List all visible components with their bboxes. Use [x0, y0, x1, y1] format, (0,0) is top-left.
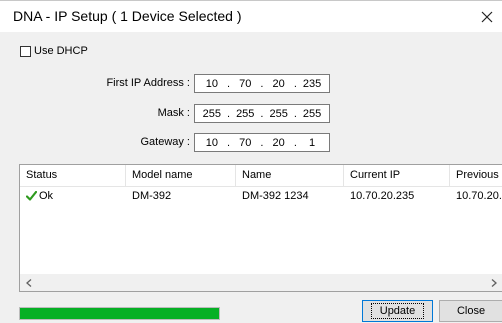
update-button[interactable]: Update — [362, 300, 433, 322]
status-cell: Ok — [20, 187, 125, 205]
octet-separator: . — [260, 136, 264, 149]
current-ip-cell: 10.70.20.235 — [350, 190, 415, 202]
first-ip-field[interactable]: 10 . 70 . 20 . 235 — [194, 74, 330, 93]
check-icon — [26, 191, 37, 201]
column-header-previous-ip[interactable]: Previous I — [450, 165, 502, 186]
octet-separator: . — [227, 77, 231, 90]
first-ip-label: First IP Address : — [106, 77, 190, 89]
ip-setup-dialog: DNA - IP Setup ( 1 Device Selected ) Use… — [0, 0, 502, 323]
chevron-right-icon — [491, 278, 497, 287]
mask-row: Mask : 255 . 255 . 255 . 255 — [0, 104, 502, 124]
octet-separator: . — [293, 107, 297, 120]
ip-octet[interactable]: 255 — [301, 108, 323, 120]
horizontal-scrollbar[interactable] — [20, 274, 502, 291]
ip-octet[interactable]: 10 — [201, 78, 223, 90]
octet-separator: . — [227, 107, 231, 120]
ip-octet[interactable]: 255 — [201, 108, 223, 120]
octet-separator: . — [293, 77, 297, 90]
update-button-label: Update — [370, 303, 425, 319]
chevron-left-icon — [25, 278, 31, 287]
list-header: Status Model name Name Current IP Previo… — [20, 165, 502, 187]
ip-octet[interactable]: 70 — [234, 78, 256, 90]
octet-separator: . — [260, 107, 264, 120]
ip-octet[interactable]: 1 — [301, 137, 323, 149]
close-button[interactable]: Close — [439, 300, 502, 322]
octet-separator: . — [293, 136, 297, 149]
progress-bar — [19, 307, 220, 320]
use-dhcp-checkbox-row[interactable]: Use DHCP — [20, 45, 88, 57]
table-row[interactable]: Ok DM-392 DM-392 1234 10.70.20.235 10.70… — [20, 187, 502, 205]
ip-octet[interactable]: 20 — [268, 78, 290, 90]
model-name-cell: DM-392 — [132, 190, 172, 202]
ip-octet[interactable]: 10 — [201, 137, 223, 149]
octet-separator: . — [227, 136, 231, 149]
octet-separator: . — [260, 77, 264, 90]
gateway-label: Gateway : — [140, 136, 190, 148]
device-list[interactable]: Status Model name Name Current IP Previo… — [19, 164, 502, 292]
first-ip-row: First IP Address : 10 . 70 . 20 . 235 — [0, 74, 502, 94]
scroll-left-button[interactable] — [20, 274, 37, 291]
window-title: DNA - IP Setup ( 1 Device Selected ) — [13, 8, 242, 24]
ip-octet[interactable]: 20 — [268, 137, 290, 149]
ip-octet[interactable]: 70 — [234, 137, 256, 149]
previous-ip-cell: 10.70.20. — [456, 190, 502, 202]
mask-label: Mask : — [157, 107, 190, 119]
column-header-model-name[interactable]: Model name — [126, 165, 235, 186]
column-header-name[interactable]: Name — [236, 165, 343, 186]
close-icon — [481, 11, 493, 22]
close-button-label: Close — [456, 305, 486, 317]
progress-fill — [20, 308, 219, 319]
ip-octet[interactable]: 255 — [234, 108, 256, 120]
gateway-field[interactable]: 10 . 70 . 20 . 1 — [194, 133, 330, 152]
ip-octet[interactable]: 235 — [301, 78, 323, 90]
column-header-status[interactable]: Status — [20, 165, 125, 186]
name-cell: DM-392 1234 — [242, 190, 309, 202]
title-bar: DNA - IP Setup ( 1 Device Selected ) — [0, 1, 502, 32]
gateway-row: Gateway : 10 . 70 . 20 . 1 — [0, 133, 502, 153]
status-text: Ok — [39, 190, 54, 202]
scroll-track[interactable] — [37, 274, 485, 291]
use-dhcp-label: Use DHCP — [34, 45, 88, 57]
mask-field[interactable]: 255 . 255 . 255 . 255 — [194, 104, 330, 123]
close-window-button[interactable] — [472, 1, 502, 32]
ip-octet[interactable]: 255 — [268, 108, 290, 120]
column-header-current-ip[interactable]: Current IP — [344, 165, 449, 186]
scroll-right-button[interactable] — [485, 274, 502, 291]
use-dhcp-checkbox[interactable] — [20, 45, 31, 57]
